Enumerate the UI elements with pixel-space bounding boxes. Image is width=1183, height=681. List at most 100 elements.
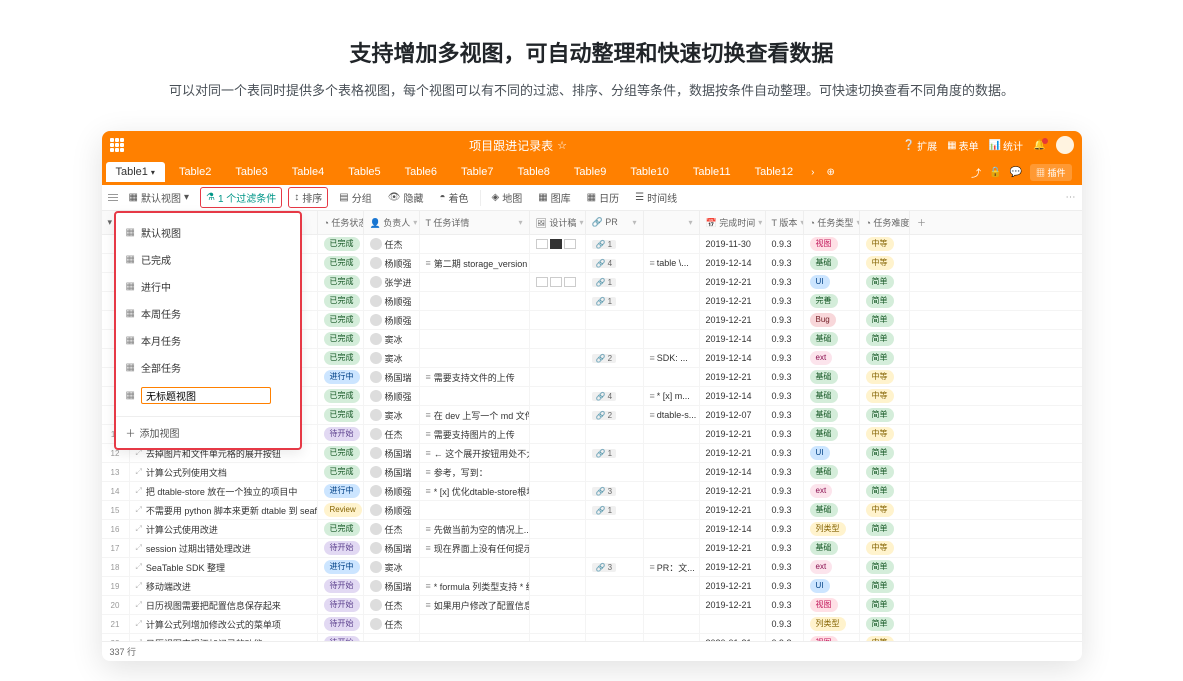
table-row[interactable]: 16⤢ 计算公式使用改进已完成任杰≡先做当前为空的情况上...2019-12-1…: [102, 520, 1082, 539]
cell-desc: ≡第二期 storage_version ...: [420, 254, 530, 272]
view-item[interactable]: ▦本周任务: [116, 300, 300, 327]
calendar-button[interactable]: ▦ 日历: [582, 188, 624, 207]
col-header[interactable]: T 版本▾: [766, 211, 804, 234]
view-item[interactable]: ▦已完成: [116, 246, 300, 273]
col-header[interactable]: 📅 完成时间▾: [700, 211, 766, 234]
tab-table3[interactable]: Table3: [225, 162, 277, 182]
hide-button[interactable]: 👁 隐藏: [383, 188, 429, 207]
col-header[interactable]: ◔ 任务状态▾: [318, 211, 364, 234]
table-row[interactable]: 17⤢ session 过期出错处理改进待开始杨国瑞≡现在界面上没有任何提示信息…: [102, 539, 1082, 558]
tab-table2[interactable]: Table2: [169, 162, 221, 182]
cell-version: 0.9.3: [766, 387, 804, 405]
more-icon[interactable]: ⋯: [1066, 192, 1076, 203]
add-view-button[interactable]: ＋ 添加视图: [116, 416, 300, 448]
view-item-editing[interactable]: ▦: [116, 381, 300, 410]
gallery-button[interactable]: ▦ 图库: [533, 188, 575, 207]
cell-tasktype: ext: [804, 349, 860, 367]
cell-done: 2019-12-14: [700, 387, 766, 405]
lock-icon[interactable]: 🔒: [989, 167, 1001, 178]
cell-done: 2019-11-30: [700, 235, 766, 253]
cell-desc: [420, 292, 530, 310]
tab-table10[interactable]: Table10: [620, 162, 679, 182]
table-row[interactable]: 18⤢ SeaTable SDK 整理进行中窦冰🔗 3≡PR：文...2019-…: [102, 558, 1082, 577]
plugin-button[interactable]: ▦ 插件: [1030, 164, 1072, 181]
cell-pr: [586, 463, 644, 481]
view-item[interactable]: ▦全部任务: [116, 354, 300, 381]
cell-extra: [644, 425, 700, 443]
header-extend[interactable]: ❔ 扩展: [903, 138, 937, 153]
cell-pr: 🔗 1: [586, 501, 644, 519]
tab-table7[interactable]: Table7: [451, 162, 503, 182]
view-name-input[interactable]: [141, 387, 271, 404]
col-header[interactable]: ◔ 任务类型▾: [804, 211, 860, 234]
menu-icon[interactable]: [108, 194, 118, 201]
table-row[interactable]: 15⤢ 不需要用 python 脚本来更新 dtable 到 seafileRe…: [102, 501, 1082, 520]
bell-icon[interactable]: 🔔: [1033, 140, 1045, 151]
add-column-button[interactable]: ＋: [910, 211, 934, 234]
cell-pr: 🔗 3: [586, 482, 644, 500]
cell-tasktype: Bug: [804, 311, 860, 329]
share-icon[interactable]: ⤴: [971, 165, 981, 180]
cell-status: 已完成: [318, 520, 364, 538]
table-row[interactable]: 19⤢ 移动端改进待开始杨国瑞≡* formula 列类型支持 * 统计...2…: [102, 577, 1082, 596]
add-table-button[interactable]: ⊕: [822, 167, 838, 178]
cell-person: 张学进: [364, 273, 420, 291]
tab-table4[interactable]: Table4: [282, 162, 334, 182]
grid-icon: ▦: [126, 254, 135, 265]
tab-table6[interactable]: Table6: [395, 162, 447, 182]
cell-status: 待开始: [318, 577, 364, 595]
tabs-scroll-right[interactable]: ›: [807, 167, 818, 178]
cell-person: 杨顺强: [364, 387, 420, 405]
cell-status: 已完成: [318, 273, 364, 291]
tab-table11[interactable]: Table11: [683, 162, 741, 182]
cell-done: 2019-12-21: [700, 501, 766, 519]
comment-icon[interactable]: 💬: [1010, 167, 1022, 178]
header-form[interactable]: ▦ 表单: [947, 138, 978, 153]
cell-version: 0.9.3: [766, 235, 804, 253]
cell-person: 杨顺强: [364, 311, 420, 329]
tab-table8[interactable]: Table8: [507, 162, 559, 182]
col-header[interactable]: ▾: [644, 211, 700, 234]
view-selector[interactable]: ▦ 默认视图 ▾: [124, 188, 194, 207]
timeline-button[interactable]: ☰ 时间线: [630, 188, 682, 207]
avatar[interactable]: [1056, 136, 1074, 154]
sort-button[interactable]: ↕ 排序: [288, 187, 328, 208]
star-icon[interactable]: ☆: [557, 139, 567, 152]
cell-status: 已完成: [318, 330, 364, 348]
table-row[interactable]: 14⤢ 把 dtable-store 放在一个独立的项目中进行中杨顺强≡* [x…: [102, 482, 1082, 501]
apps-icon[interactable]: [110, 138, 124, 152]
color-button[interactable]: ◓ 着色: [434, 188, 473, 207]
cell-person: 杨国瑞: [364, 463, 420, 481]
cell-status: 已完成: [318, 292, 364, 310]
col-header[interactable]: T 任务详情▾: [420, 211, 530, 234]
map-button[interactable]: ◈ 地图: [487, 188, 528, 207]
col-header[interactable]: 🔗 PR▾: [586, 211, 644, 234]
table-row[interactable]: 22⤢ 日历视图实现添加记录的功能待开始2020-01-310.9.3视图中等: [102, 634, 1082, 641]
table-row[interactable]: 21⤢ 计算公式列增加修改公式的菜单项待开始任杰0.9.3列类型简单: [102, 615, 1082, 634]
view-item[interactable]: ▦默认视图: [116, 219, 300, 246]
cell-desc: ≡在 dev 上写一个 md 文件，总...: [420, 406, 530, 424]
view-item[interactable]: ▦进行中: [116, 273, 300, 300]
view-item[interactable]: ▦本月任务: [116, 327, 300, 354]
cell-person: 杨顺强: [364, 254, 420, 272]
cell-extra: [644, 501, 700, 519]
grid-icon: ▦: [126, 390, 135, 401]
header-stats[interactable]: 📊 统计: [989, 138, 1023, 153]
tab-table5[interactable]: Table5: [338, 162, 390, 182]
cell-difficulty: 简单: [860, 596, 910, 614]
group-button[interactable]: ▤ 分组: [334, 188, 376, 207]
tab-table1[interactable]: Table1▾: [106, 162, 165, 182]
col-header[interactable]: 👤 负责人▾: [364, 211, 420, 234]
table-row[interactable]: 20⤢ 日历视图需要把配置信息保存起来待开始任杰≡如果用户修改了配置信息，那..…: [102, 596, 1082, 615]
cell-pr: [586, 539, 644, 557]
cell-title: ⤢ 计算公式使用改进: [130, 520, 318, 538]
grid-icon: ▦: [126, 281, 135, 292]
tab-table12[interactable]: Table12: [745, 162, 804, 182]
tab-table9[interactable]: Table9: [564, 162, 616, 182]
cell-status: 已完成: [318, 406, 364, 424]
table-row[interactable]: 13⤢ 计算公式列使用文档已完成杨国瑞≡参考，写到：2019-12-140.9.…: [102, 463, 1082, 482]
filter-button[interactable]: ⚗ 1 个过滤条件: [200, 187, 282, 208]
col-header[interactable]: 🖼 设计稿▾: [530, 211, 586, 234]
cell-extra: [644, 577, 700, 595]
col-header[interactable]: ◔ 任务难度▾: [860, 211, 910, 234]
